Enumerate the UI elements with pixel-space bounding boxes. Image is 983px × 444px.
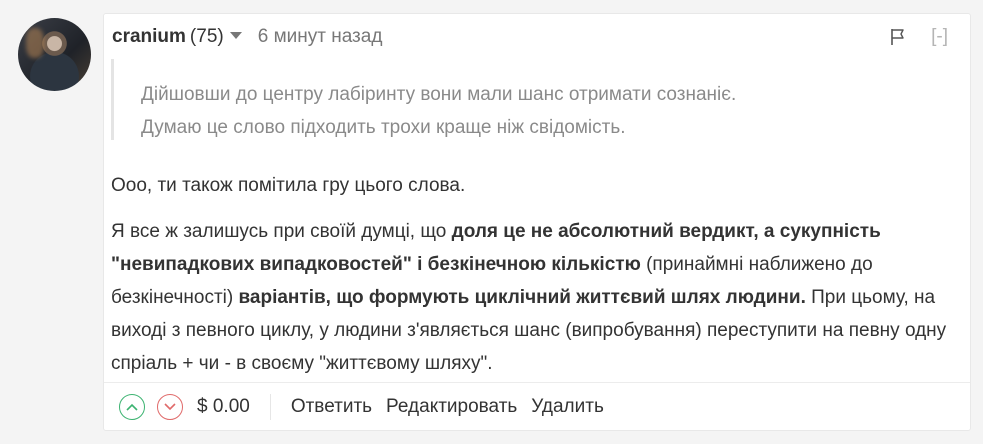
- text-segment: Я все ж залишусь при своїй думці, що: [111, 221, 452, 242]
- delete-button[interactable]: Удалить: [531, 396, 604, 418]
- comment-card: cranium (75) 6 минут назад [-] Дійшовши до…: [103, 13, 971, 431]
- chevron-down-icon: [164, 403, 176, 411]
- chevron-up-icon: [126, 403, 138, 411]
- comment-paragraph: Ооо, ти також помітила гру цього слова.: [111, 175, 466, 196]
- payout-value[interactable]: $ 0.00: [197, 396, 250, 418]
- caret-down-icon[interactable]: [229, 32, 242, 39]
- comment-paragraph: Я все ж залишусь при своїй думці, що дол…: [111, 215, 963, 380]
- flag-icon[interactable]: [890, 28, 906, 46]
- collapse-toggle[interactable]: [-]: [931, 25, 948, 49]
- reply-button[interactable]: Ответить: [291, 396, 372, 418]
- quote-line: Думаю це слово підходить трохи краще ніж…: [141, 117, 626, 138]
- footer-divider: [104, 382, 970, 383]
- edit-button[interactable]: Редактировать: [386, 396, 517, 418]
- upvote-button[interactable]: [119, 394, 145, 420]
- avatar[interactable]: [18, 18, 91, 91]
- downvote-button[interactable]: [157, 394, 183, 420]
- divider: [269, 394, 271, 420]
- comment-time[interactable]: 6 минут назад: [258, 26, 383, 47]
- comment-header: cranium (75) 6 минут назад: [112, 25, 956, 49]
- bold-segment: варіантів, що формують циклічний життєви…: [238, 287, 806, 308]
- comment-footer: $ 0.00 Ответить Редактировать Удалить: [119, 392, 604, 422]
- author-name[interactable]: cranium: [112, 26, 186, 47]
- quote-line: Дійшовши до центру лабіринту вони мали ш…: [141, 84, 737, 105]
- blockquote-bar: [111, 59, 114, 140]
- author-reputation: (75): [189, 26, 224, 47]
- blockquote: Дійшовши до центру лабіринту вони мали ш…: [141, 78, 941, 144]
